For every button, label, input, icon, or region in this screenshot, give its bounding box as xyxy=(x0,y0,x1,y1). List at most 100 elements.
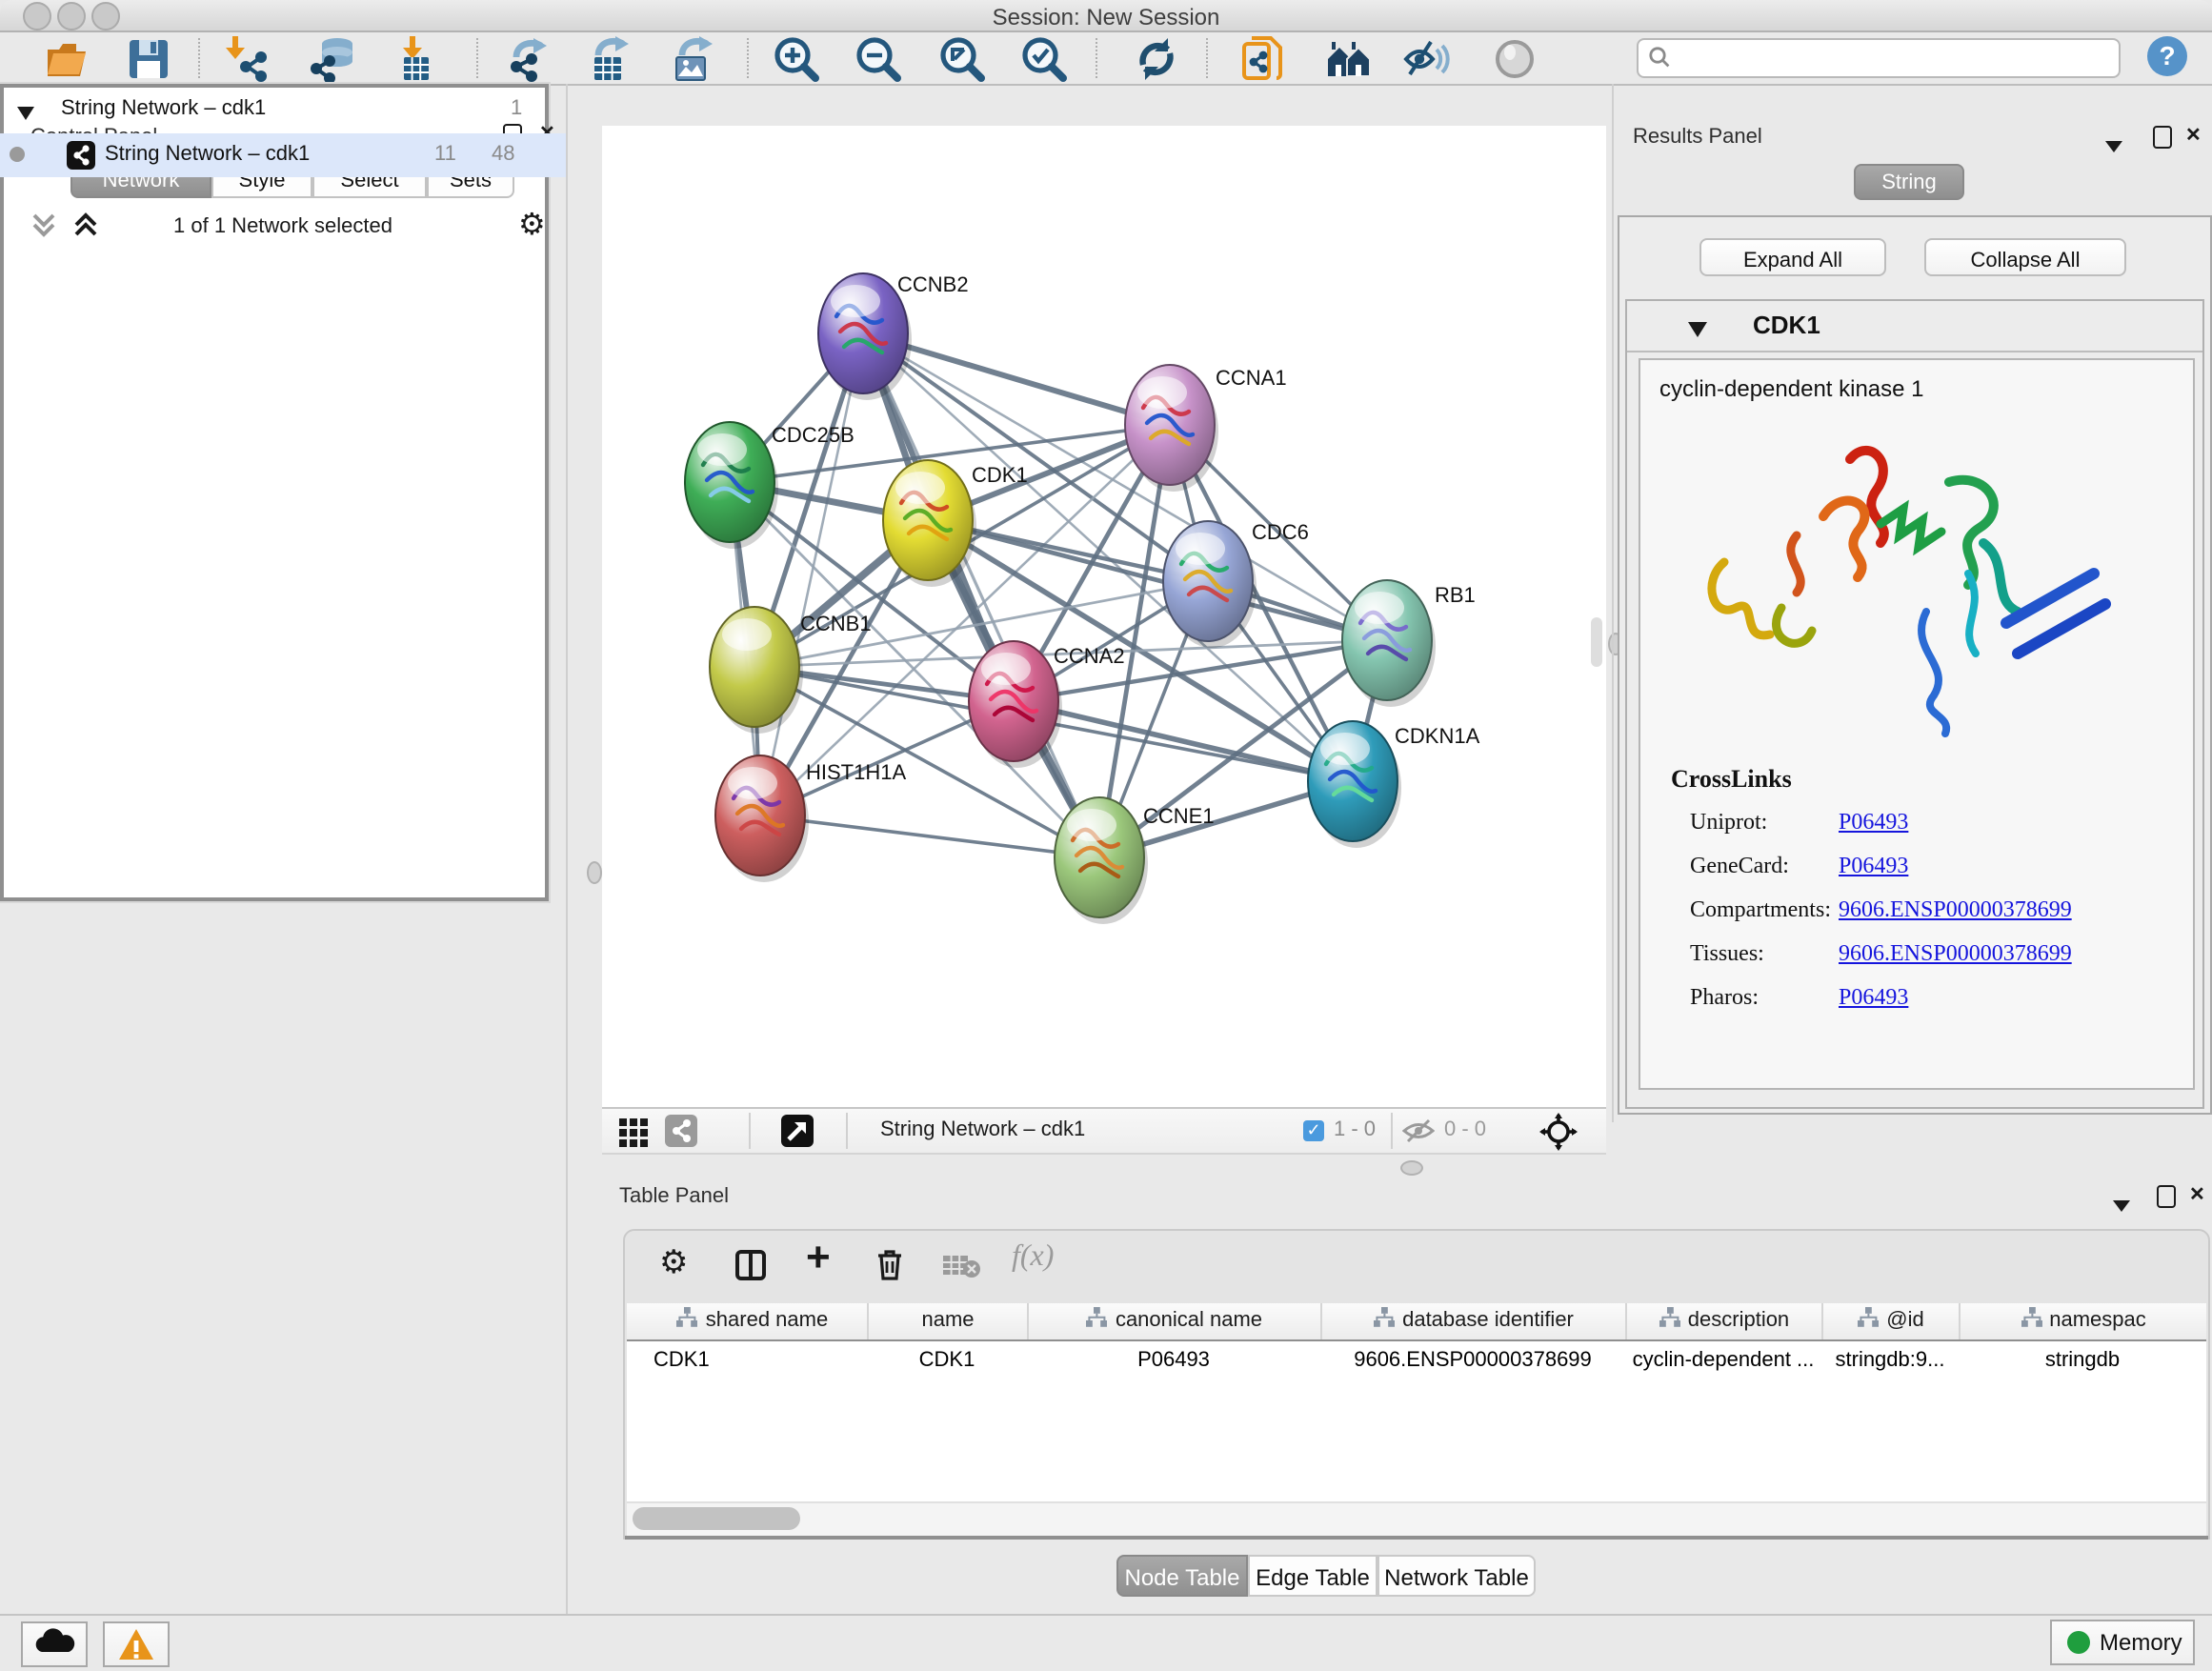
table-panel: Table Panel ✕ ⚙ + f(x) shared namenameca… xyxy=(602,1162,2212,1614)
cell-description: cyclin-dependent ... xyxy=(1625,1341,1821,1379)
divider xyxy=(625,1536,2208,1540)
node-label-CCNE1: CCNE1 xyxy=(1143,804,1215,828)
tab-node-table[interactable]: Node Table xyxy=(1116,1555,1248,1597)
node-label-CCNA1: CCNA1 xyxy=(1216,366,1287,390)
network-node-CDK1[interactable] xyxy=(883,460,976,587)
import-table-button[interactable] xyxy=(391,34,440,84)
network-node-CCNE1[interactable] xyxy=(1055,797,1148,924)
results-panel-menu-icon[interactable] xyxy=(2105,130,2124,164)
column-header-shared-name[interactable]: shared name xyxy=(638,1303,867,1339)
grid-view-icon[interactable] xyxy=(619,1117,650,1157)
network-collection-row[interactable]: String Network – cdk1 1 xyxy=(0,91,566,133)
crosslink-value-link[interactable]: P06493 xyxy=(1839,808,1908,836)
table-hscrollbar[interactable] xyxy=(627,1501,2206,1536)
network-canvas[interactable]: CCNB2CCNA1CDC25BCDK1CDC6RB1CCNB1CCNA2CDK… xyxy=(602,126,1606,1107)
table-hscrollbar-thumb[interactable] xyxy=(633,1507,800,1530)
section-collapse-icon[interactable] xyxy=(1688,320,1709,339)
selected-checkbox[interactable]: ✓ xyxy=(1303,1120,1324,1141)
table-body: shared namenamecanonical namedatabase id… xyxy=(627,1303,2206,1501)
tab-string-results[interactable]: String xyxy=(1854,164,1964,200)
cell-name: CDK1 xyxy=(867,1341,1027,1379)
table-panel-menu-icon[interactable] xyxy=(2113,1189,2132,1223)
table-panel-close-icon[interactable]: ✕ xyxy=(2189,1185,2205,1206)
network-node-RB1[interactable] xyxy=(1342,580,1436,707)
results-panel-close-icon[interactable]: ✕ xyxy=(2185,126,2202,147)
crosslink-value-link[interactable]: 9606.ENSP00000378699 xyxy=(1839,939,2072,968)
main-toolbar: ? xyxy=(0,32,2212,86)
network-row[interactable]: String Network – cdk1 11 48 xyxy=(0,133,566,177)
string-badge-icon[interactable] xyxy=(665,1115,697,1147)
crosslink-value-link[interactable]: P06493 xyxy=(1839,983,1908,1012)
delete-column-icon[interactable] xyxy=(875,1248,905,1290)
results-section-list: CDK1 cyclin-dependent kinase 1 xyxy=(1625,299,2204,1109)
share-network-file-button[interactable] xyxy=(1237,34,1286,84)
network-node-CCNA1[interactable] xyxy=(1125,365,1218,492)
cloud-status-button[interactable] xyxy=(21,1621,88,1667)
network-node-CCNA2[interactable] xyxy=(969,641,1062,768)
birdseye-icon[interactable] xyxy=(1539,1113,1578,1160)
node-label-CCNB1: CCNB1 xyxy=(800,612,872,635)
network-node-CDKN1A[interactable] xyxy=(1308,721,1401,848)
export-image-button[interactable] xyxy=(667,34,716,84)
network-tree: String Network – cdk1 1 String Network –… xyxy=(0,84,549,901)
network-node-HIST1H1A[interactable] xyxy=(715,755,809,882)
tab-edge-table[interactable]: Edge Table xyxy=(1248,1555,1377,1597)
export-network-button[interactable] xyxy=(501,34,551,84)
table-panel-title: Table Panel xyxy=(619,1185,729,1208)
node-label-CCNB2: CCNB2 xyxy=(897,272,969,296)
open-in-new-window-icon[interactable] xyxy=(781,1115,814,1147)
toolbar-separator xyxy=(1206,38,1208,78)
table-panel-float-icon[interactable] xyxy=(2157,1185,2176,1208)
canvas-vertical-scrollbar[interactable] xyxy=(1591,617,1602,667)
results-panel-title: Results Panel xyxy=(1633,126,1762,149)
column-header-description[interactable]: description xyxy=(1625,1303,1821,1339)
save-session-button[interactable] xyxy=(124,34,173,84)
search-icon xyxy=(1648,46,1671,69)
tab-network-table[interactable]: Network Table xyxy=(1377,1555,1536,1597)
network-node-CCNB1[interactable] xyxy=(710,607,803,734)
crosslink-label: Pharos: xyxy=(1690,983,1759,1012)
zoom-out-button[interactable] xyxy=(854,34,903,84)
table-row[interactable]: CDK1CDK1P064939606.ENSP00000378699cyclin… xyxy=(627,1341,2206,1379)
network-options-gear-icon[interactable]: ⚙ xyxy=(518,206,546,242)
left-divider-handle[interactable] xyxy=(587,861,602,884)
table-gear-icon[interactable]: ⚙ xyxy=(659,1244,689,1282)
hide-unhide-button[interactable] xyxy=(1402,34,1452,84)
network-view-title: String Network – cdk1 xyxy=(880,1118,1085,1141)
import-network-button[interactable] xyxy=(223,34,272,84)
section-node-name: CDK1 xyxy=(1753,311,1820,339)
select-columns-icon[interactable] xyxy=(735,1250,766,1290)
open-session-button[interactable] xyxy=(42,34,91,84)
edge-count: 48 xyxy=(492,143,515,166)
show-all-button[interactable] xyxy=(1490,34,1539,84)
crosslink-value-link[interactable]: 9606.ENSP00000378699 xyxy=(1839,896,2072,924)
node-label-CCNA2: CCNA2 xyxy=(1054,644,1125,668)
collapse-icon[interactable] xyxy=(17,105,36,122)
apply-layout-button[interactable] xyxy=(1132,34,1181,84)
column-header-canonical-name[interactable]: canonical name xyxy=(1027,1303,1320,1339)
warnings-button[interactable] xyxy=(103,1621,170,1667)
network-node-CDC6[interactable] xyxy=(1163,521,1257,648)
collapse-all-button[interactable]: Collapse All xyxy=(1924,238,2126,276)
results-panel-float-icon[interactable] xyxy=(2153,126,2172,149)
add-column-icon[interactable]: + xyxy=(806,1233,831,1282)
node-label-CDC25B: CDC25B xyxy=(772,423,855,447)
expand-all-button[interactable]: Expand All xyxy=(1699,238,1886,276)
column-header-name[interactable]: name xyxy=(867,1303,1027,1339)
string-home-button[interactable] xyxy=(1324,34,1374,84)
column-header-namespac[interactable]: namespac xyxy=(1959,1303,2206,1339)
footer-separator xyxy=(1391,1113,1393,1149)
search-input[interactable] xyxy=(1677,42,2113,74)
function-builder-icon: f(x) xyxy=(1012,1240,1054,1275)
zoom-fit-button[interactable] xyxy=(937,34,987,84)
column-header--id[interactable]: @id xyxy=(1821,1303,1959,1339)
export-table-button[interactable] xyxy=(583,34,633,84)
memory-button[interactable]: Memory xyxy=(2050,1620,2195,1665)
divider xyxy=(1627,351,2202,352)
import-network-from-database-button[interactable] xyxy=(307,34,356,84)
zoom-selected-button[interactable] xyxy=(1019,34,1069,84)
crosslink-value-link[interactable]: P06493 xyxy=(1839,852,1908,880)
zoom-in-button[interactable] xyxy=(772,34,821,84)
column-header-database-identifier[interactable]: database identifier xyxy=(1320,1303,1625,1339)
help-button[interactable]: ? xyxy=(2147,36,2187,76)
